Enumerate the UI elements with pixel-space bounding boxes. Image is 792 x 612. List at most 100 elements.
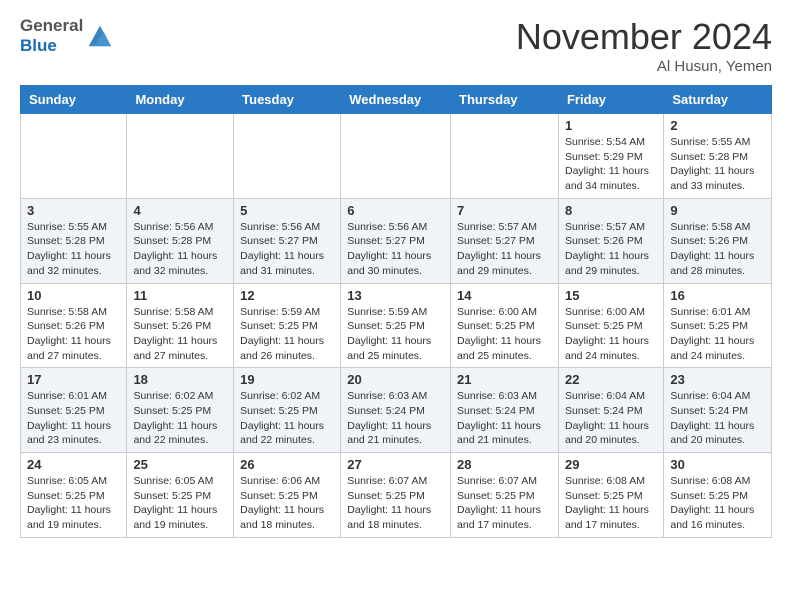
day-info-line: Sunrise: 6:08 AM (670, 474, 765, 489)
calendar-week-row: 24Sunrise: 6:05 AMSunset: 5:25 PMDayligh… (21, 453, 772, 538)
day-info-line: Daylight: 11 hours and 18 minutes. (240, 503, 334, 532)
day-info-line: Sunset: 5:25 PM (27, 404, 120, 419)
day-info-line: Daylight: 11 hours and 27 minutes. (27, 334, 120, 363)
calendar-table: SundayMondayTuesdayWednesdayThursdayFrid… (20, 85, 772, 538)
calendar-cell: 7 Sunrise: 5:57 AMSunset: 5:27 PMDaylight… (451, 198, 559, 283)
day-info-line: Daylight: 11 hours and 23 minutes. (27, 419, 120, 448)
day-info-line: Daylight: 11 hours and 34 minutes. (565, 164, 657, 193)
day-number: 1 (565, 118, 657, 133)
day-info-line: Sunset: 5:29 PM (565, 150, 657, 165)
day-info-line: Sunset: 5:25 PM (457, 319, 552, 334)
calendar-cell: 15Sunrise: 6:00 AMSunset: 5:25 PMDayligh… (558, 283, 663, 368)
day-info-line: Daylight: 11 hours and 22 minutes. (240, 419, 334, 448)
day-info-line: Sunset: 5:25 PM (133, 489, 227, 504)
day-number: 7 (457, 203, 552, 218)
location: Al Husun, Yemen (516, 58, 772, 75)
day-info-line: Daylight: 11 hours and 19 minutes. (27, 503, 120, 532)
day-info-line: Sunset: 5:27 PM (347, 234, 444, 249)
calendar-cell: 4Sunrise: 5:56 AMSunset: 5:28 PMDaylight… (127, 198, 234, 283)
day-number: 17 (27, 372, 120, 387)
calendar-cell (127, 114, 234, 199)
day-number: 5 (240, 203, 334, 218)
day-info-line: Sunset: 5:25 PM (347, 489, 444, 504)
day-info-line: Sunset: 5:28 PM (133, 234, 227, 249)
day-info-line: Sunrise: 6:07 AM (347, 474, 444, 489)
day-number: 3 (27, 203, 120, 218)
day-info-line: Daylight: 11 hours and 24 minutes. (565, 334, 657, 363)
day-info-line: Sunset: 5:25 PM (457, 489, 552, 504)
day-info-line: Sunrise: 6:05 AM (133, 474, 227, 489)
day-info-line: Sunrise: 6:04 AM (670, 389, 765, 404)
day-info-line: Sunset: 5:28 PM (670, 150, 765, 165)
day-info-line: Sunrise: 6:03 AM (347, 389, 444, 404)
day-info-line: Daylight: 11 hours and 31 minutes. (240, 249, 334, 278)
calendar-cell: 27Sunrise: 6:07 AMSunset: 5:25 PMDayligh… (341, 453, 451, 538)
weekday-header-friday: Friday (558, 86, 663, 114)
day-number: 2 (670, 118, 765, 133)
day-info-line: Daylight: 11 hours and 30 minutes. (347, 249, 444, 278)
day-info-line: Sunset: 5:25 PM (240, 319, 334, 334)
calendar-cell: 8Sunrise: 5:57 AMSunset: 5:26 PMDaylight… (558, 198, 663, 283)
day-info-line: Sunset: 5:24 PM (347, 404, 444, 419)
day-info-line: Daylight: 11 hours and 29 minutes. (457, 249, 552, 278)
day-number: 6 (347, 203, 444, 218)
day-info-line: Daylight: 11 hours and 19 minutes. (133, 503, 227, 532)
day-info-line: Sunset: 5:27 PM (457, 234, 552, 249)
logo-blue: Blue (20, 36, 83, 56)
day-info-line: Daylight: 11 hours and 28 minutes. (670, 249, 765, 278)
day-number: 16 (670, 288, 765, 303)
day-info-line: Sunset: 5:25 PM (565, 319, 657, 334)
calendar-cell: 26Sunrise: 6:06 AMSunset: 5:25 PMDayligh… (234, 453, 341, 538)
day-number: 18 (133, 372, 227, 387)
calendar-cell: 16 Sunrise: 6:01 AMSunset: 5:25 PMDayligh… (664, 283, 772, 368)
day-info-line: Sunrise: 5:55 AM (670, 135, 765, 150)
day-info-line: Sunrise: 5:56 AM (347, 220, 444, 235)
day-number: 22 (565, 372, 657, 387)
day-info-line: Daylight: 11 hours and 20 minutes. (670, 419, 765, 448)
day-info-line: Sunset: 5:25 PM (565, 489, 657, 504)
day-info-line: Sunrise: 5:59 AM (240, 305, 334, 320)
day-info-line: Sunrise: 6:07 AM (457, 474, 552, 489)
calendar-cell: 2Sunrise: 5:55 AMSunset: 5:28 PMDaylight… (664, 114, 772, 199)
calendar-cell (341, 114, 451, 199)
day-info-line: Sunset: 5:27 PM (240, 234, 334, 249)
logo: General Blue (20, 16, 113, 57)
calendar-cell: 28Sunrise: 6:07 AMSunset: 5:25 PMDayligh… (451, 453, 559, 538)
day-info-line: Sunrise: 5:56 AM (240, 220, 334, 235)
weekday-header-wednesday: Wednesday (341, 86, 451, 114)
calendar-cell: 19Sunrise: 6:02 AMSunset: 5:25 PMDayligh… (234, 368, 341, 453)
day-info-line: Sunrise: 6:01 AM (670, 305, 765, 320)
day-info-line: Sunrise: 5:55 AM (27, 220, 120, 235)
calendar-cell: 9Sunrise: 5:58 AMSunset: 5:26 PMDaylight… (664, 198, 772, 283)
day-info-line: Sunrise: 6:06 AM (240, 474, 334, 489)
day-info-line: Sunrise: 5:57 AM (457, 220, 552, 235)
day-number: 20 (347, 372, 444, 387)
day-number: 8 (565, 203, 657, 218)
day-number: 23 (670, 372, 765, 387)
day-info-line: Sunset: 5:26 PM (27, 319, 120, 334)
day-number: 12 (240, 288, 334, 303)
day-info-line: Sunset: 5:25 PM (27, 489, 120, 504)
day-info-line: Sunset: 5:24 PM (670, 404, 765, 419)
calendar-week-row: 17Sunrise: 6:01 AMSunset: 5:25 PMDayligh… (21, 368, 772, 453)
day-number: 21 (457, 372, 552, 387)
day-info-line: Sunrise: 6:04 AM (565, 389, 657, 404)
weekday-header-tuesday: Tuesday (234, 86, 341, 114)
day-info-line: Sunrise: 5:56 AM (133, 220, 227, 235)
calendar-cell: 17Sunrise: 6:01 AMSunset: 5:25 PMDayligh… (21, 368, 127, 453)
calendar-cell: 21Sunrise: 6:03 AMSunset: 5:24 PMDayligh… (451, 368, 559, 453)
calendar-cell: 23 Sunrise: 6:04 AMSunset: 5:24 PMDayligh… (664, 368, 772, 453)
calendar-week-row: 1Sunrise: 5:54 AMSunset: 5:29 PMDaylight… (21, 114, 772, 199)
calendar-cell: 14Sunrise: 6:00 AMSunset: 5:25 PMDayligh… (451, 283, 559, 368)
day-number: 25 (133, 457, 227, 472)
day-number: 26 (240, 457, 334, 472)
day-info-line: Daylight: 11 hours and 21 minutes. (347, 419, 444, 448)
day-info-line: Daylight: 11 hours and 21 minutes. (457, 419, 552, 448)
weekday-header-monday: Monday (127, 86, 234, 114)
day-info-line: Sunset: 5:25 PM (670, 319, 765, 334)
day-info-line: Sunset: 5:26 PM (670, 234, 765, 249)
day-info-line: Daylight: 11 hours and 25 minutes. (347, 334, 444, 363)
day-info-line: Daylight: 11 hours and 27 minutes. (133, 334, 227, 363)
day-info-line: Daylight: 11 hours and 24 minutes. (670, 334, 765, 363)
calendar-cell: 3Sunrise: 5:55 AMSunset: 5:28 PMDaylight… (21, 198, 127, 283)
